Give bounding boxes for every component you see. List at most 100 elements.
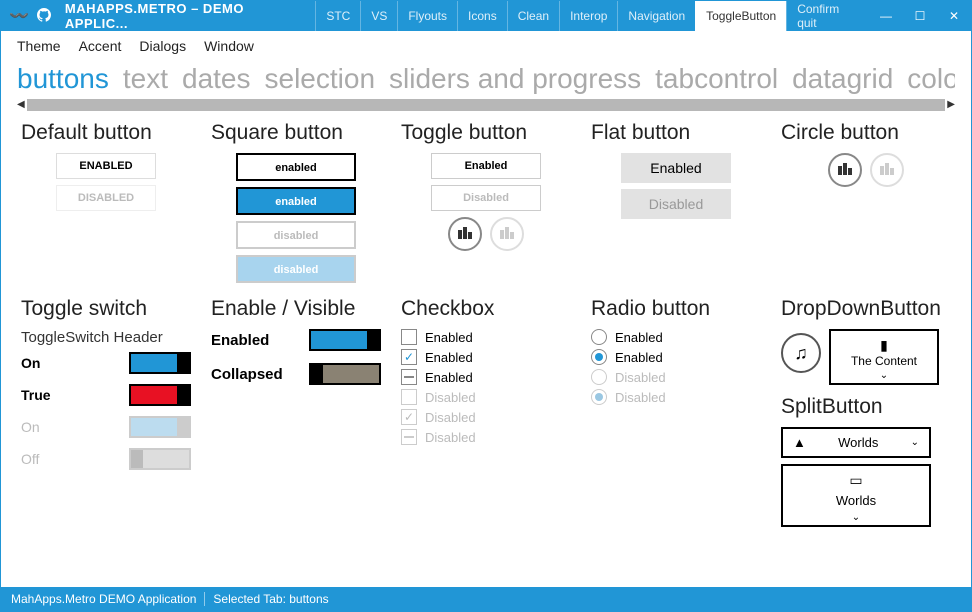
radio-empty[interactable] (591, 329, 607, 345)
menu-theme[interactable]: Theme (17, 38, 61, 54)
split-button-1[interactable]: ▲ Worlds ⌄ (781, 427, 931, 458)
toggle-circle-enabled[interactable] (448, 217, 482, 251)
circle-button-disabled (870, 153, 904, 187)
menu-accent[interactable]: Accent (79, 38, 122, 54)
switch-label: On (21, 355, 40, 371)
checkbox-label: Enabled (425, 350, 473, 365)
chevron-down-icon: ⌄ (793, 512, 919, 523)
cmd-tab-clean[interactable]: Clean (507, 1, 559, 31)
menu-window[interactable]: Window (204, 38, 254, 54)
tab-colors[interactable]: colors (907, 63, 955, 95)
menu-dialogs[interactable]: Dialogs (139, 38, 186, 54)
checkbox-label: Enabled (425, 370, 473, 385)
tab-dates[interactable]: dates (182, 63, 251, 95)
city-icon (499, 224, 515, 245)
status-app-name: MahApps.Metro DEMO Application (11, 592, 196, 606)
square-button-accent[interactable]: enabled (236, 187, 356, 215)
radio-label: Disabled (615, 390, 666, 405)
cmd-tab-icons[interactable]: Icons (457, 1, 507, 31)
cmd-tab-flyouts[interactable]: Flyouts (397, 1, 457, 31)
circle-button-section: Circle button (781, 121, 951, 289)
tab-selection[interactable]: selection (265, 63, 376, 95)
default-button-disabled: DISABLED (56, 185, 156, 211)
tab-text[interactable]: text (123, 63, 168, 95)
enabled-label: Enabled (211, 332, 269, 349)
city-icon (879, 160, 895, 181)
title-bar: 〰️ MAHAPPS.METRO – DEMO APPLIC... STC VS… (1, 1, 971, 31)
toggle-button-disabled: Disabled (431, 185, 541, 211)
scroll-right-icon[interactable]: ▶ (947, 99, 955, 110)
tab-sliders[interactable]: sliders and progress (389, 63, 641, 95)
maximize-button[interactable]: ☐ (903, 1, 937, 31)
default-button-section: Default button ENABLED DISABLED (21, 121, 191, 289)
section-title: Enable / Visible (211, 297, 381, 321)
minimize-button[interactable]: — (869, 1, 903, 31)
radio-checked[interactable] (591, 349, 607, 365)
enable-visible-section: Enable / Visible Enabled Collapsed (211, 297, 381, 527)
tab-buttons[interactable]: buttons (17, 63, 109, 95)
checkbox-indeterminate[interactable] (401, 369, 417, 385)
section-title: Toggle button (401, 121, 571, 145)
music-icon-button[interactable]: ♫ (781, 333, 821, 373)
music-note-icon: ♫ (794, 343, 808, 364)
cmd-tab-confirm-quit[interactable]: Confirm quit (786, 1, 869, 31)
enabled-switch[interactable] (309, 329, 381, 351)
tab-scrollbar[interactable]: ◀ ▶ (27, 99, 945, 111)
collapsed-switch[interactable] (309, 363, 381, 385)
split-label: Worlds (838, 435, 878, 450)
cmd-tab-interop[interactable]: Interop (559, 1, 617, 31)
scroll-left-icon[interactable]: ◀ (17, 99, 25, 110)
dropdown-split-section: DropDownButton ♫ ▮ The Content ⌄ SplitBu… (781, 297, 951, 527)
switch-label: Off (21, 451, 39, 467)
warning-icon: ▲ (793, 435, 806, 450)
toggle-switch-true[interactable] (129, 384, 191, 406)
content-area: Default button ENABLED DISABLED Square b… (1, 111, 971, 537)
window-title: MAHAPPS.METRO – DEMO APPLIC... (59, 1, 315, 31)
toggle-switch-header: ToggleSwitch Header (21, 329, 191, 346)
checkbox-checked[interactable]: ✓ (401, 349, 417, 365)
chevron-down-icon: ⌄ (911, 437, 919, 448)
checkbox-unchecked-disabled (401, 389, 417, 405)
section-title: Checkbox (401, 297, 571, 321)
github-icon[interactable] (37, 8, 51, 25)
cmd-tab-navigation[interactable]: Navigation (617, 1, 695, 31)
section-tabs: buttons text dates selection sliders and… (1, 61, 971, 111)
window-command-tabs: STC VS Flyouts Icons Clean Interop Navig… (315, 1, 869, 31)
circle-button-enabled[interactable] (828, 153, 862, 187)
split-button-2[interactable]: ▭ Worlds ⌄ (781, 464, 931, 527)
cmd-tab-stc[interactable]: STC (315, 1, 360, 31)
square-button-disabled: disabled (236, 221, 356, 249)
checkbox-label: Disabled (425, 410, 476, 425)
flat-button-disabled: Disabled (621, 189, 731, 219)
tab-datagrid[interactable]: datagrid (792, 63, 893, 95)
section-title: Flat button (591, 121, 761, 145)
dropdown-button[interactable]: ▮ The Content ⌄ (829, 329, 939, 385)
section-title: Toggle switch (21, 297, 191, 321)
book-icon: ▮ (835, 337, 933, 354)
switch-label: True (21, 387, 51, 403)
toggle-switch-disabled-off (129, 448, 191, 470)
tab-tabcontrol[interactable]: tabcontrol (655, 63, 778, 95)
dropdown-content-label: The Content (835, 354, 933, 368)
section-title: Circle button (781, 121, 951, 145)
toggle-switch-on[interactable] (129, 352, 191, 374)
status-bar: MahApps.Metro DEMO Application Selected … (1, 587, 971, 611)
split-label: Worlds (793, 493, 919, 508)
section-title: Radio button (591, 297, 761, 321)
close-button[interactable]: ✕ (937, 1, 971, 31)
square-button-section: Square button enabled enabled disabled d… (211, 121, 381, 289)
square-button-enabled[interactable]: enabled (236, 153, 356, 181)
checkbox-unchecked[interactable] (401, 329, 417, 345)
cmd-tab-togglebutton[interactable]: ToggleButton (695, 1, 786, 31)
toggle-switch-disabled-on (129, 416, 191, 438)
flat-button-enabled[interactable]: Enabled (621, 153, 731, 183)
toggle-button-enabled[interactable]: Enabled (431, 153, 541, 179)
toggle-button-section: Toggle button Enabled Disabled (401, 121, 571, 289)
switch-label: On (21, 419, 40, 435)
default-button-enabled[interactable]: ENABLED (56, 153, 156, 179)
radio-label: Enabled (615, 330, 663, 345)
chevron-down-icon: ⌄ (835, 370, 933, 381)
status-selected-tab: Selected Tab: buttons (213, 592, 328, 606)
collapsed-label: Collapsed (211, 366, 283, 383)
cmd-tab-vs[interactable]: VS (360, 1, 397, 31)
